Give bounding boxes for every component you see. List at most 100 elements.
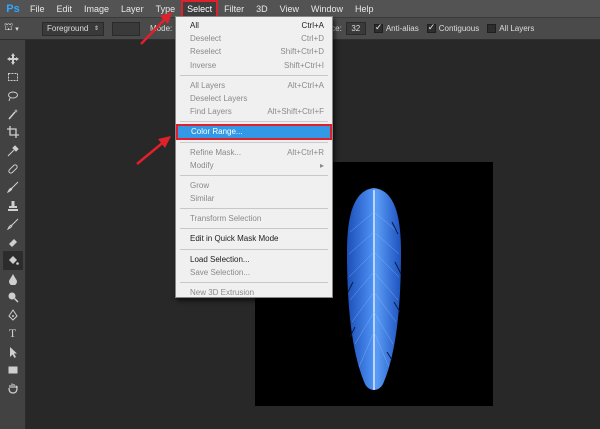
menu-item-quick-mask[interactable]: Edit in Quick Mask Mode [176, 232, 332, 245]
chevron-updown-icon: ⇕ [93, 25, 99, 32]
menu-item-reselect[interactable]: Reselect Shift+Ctrl+D [176, 45, 332, 58]
checkbox-checked-icon [373, 22, 383, 33]
menu-item-save-selection[interactable]: Save Selection... [176, 266, 332, 279]
menu-view[interactable]: View [274, 0, 305, 18]
menu-item-label: Find Layers [190, 107, 232, 117]
menu-item-label: Grow [190, 180, 210, 190]
paint-bucket-tool-icon[interactable] [2, 251, 23, 270]
fill-source-select[interactable]: Foreground ⇕ [42, 21, 104, 36]
annotation-arrow-icon [136, 136, 171, 165]
brush-tool-icon[interactable] [3, 178, 23, 196]
menu-item-refine-mask[interactable]: Refine Mask... Alt+Ctrl+R [176, 146, 332, 159]
history-brush-icon[interactable] [3, 215, 23, 233]
anti-alias-label: Anti-alias [385, 24, 419, 33]
menu-item-label: Load Selection... [190, 254, 250, 264]
eyedropper-icon[interactable] [3, 141, 23, 159]
move-tool-icon[interactable] [3, 50, 23, 68]
path-selection-icon[interactable] [3, 343, 23, 361]
crop-tool-icon[interactable] [3, 123, 23, 141]
menu-item-label: Transform Selection [190, 214, 262, 224]
menu-item-grow[interactable]: Grow [176, 179, 332, 192]
menu-item-transform-selection[interactable]: Transform Selection [176, 212, 332, 225]
chevron-down-icon: ▾ [15, 25, 19, 33]
menu-item-label: Deselect Layers [190, 93, 248, 103]
all-layers-label: All Layers [499, 24, 535, 33]
menu-item-deselect[interactable]: Deselect Ctrl+D [176, 32, 332, 45]
menu-help[interactable]: Help [349, 0, 380, 18]
pattern-picker[interactable] [112, 21, 140, 36]
menu-3d[interactable]: 3D [250, 0, 274, 18]
menu-separator [180, 174, 328, 176]
lasso-tool-icon[interactable] [3, 87, 23, 105]
menu-item-shortcut: Alt+Ctrl+A [287, 80, 324, 90]
tolerance-input[interactable]: 32 [345, 22, 366, 35]
menu-item-shortcut: Alt+Ctrl+R [287, 147, 324, 157]
type-tool-icon[interactable]: T [3, 324, 23, 342]
menu-item-label: All [190, 21, 199, 30]
menu-select[interactable]: Select [181, 0, 219, 18]
menu-separator [180, 282, 328, 283]
all-layers-checkbox[interactable]: All Layers [487, 24, 534, 33]
menu-separator [180, 121, 328, 123]
menu-layer[interactable]: Layer [115, 0, 150, 18]
submenu-arrow-icon: ▸ [319, 160, 324, 170]
menu-item-label: All Layers [190, 80, 226, 90]
blur-tool-icon[interactable] [3, 270, 23, 288]
menu-type[interactable]: Type [150, 0, 182, 18]
magic-wand-icon[interactable] [3, 105, 23, 123]
menu-item-inverse[interactable]: Inverse Shift+Ctrl+I [176, 59, 332, 72]
stamp-tool-icon[interactable] [3, 196, 23, 214]
menu-image[interactable]: Image [78, 0, 115, 18]
menu-item-shortcut: Alt+Shift+Ctrl+F [267, 107, 324, 117]
menu-separator [180, 141, 328, 143]
menu-item-all[interactable]: All Ctrl+A [176, 19, 332, 32]
pen-tool-icon[interactable] [3, 306, 23, 324]
menu-edit[interactable]: Edit [51, 0, 79, 18]
menu-item-label: Edit in Quick Mask Mode [190, 234, 279, 244]
menu-item-label: Inverse [190, 60, 217, 70]
marquee-tool-icon[interactable] [3, 68, 23, 86]
menu-filter[interactable]: Filter [218, 0, 250, 18]
menu-item-label: Refine Mask... [190, 147, 242, 157]
contiguous-checkbox[interactable]: Contiguous [426, 22, 480, 33]
menu-item-label: Modify [190, 160, 214, 170]
checkbox-checked-icon [426, 22, 436, 33]
menu-item-label: Save Selection... [190, 267, 251, 277]
photoshop-logo: Ps [6, 2, 20, 15]
menu-item-deselect-layers[interactable]: Deselect Layers [176, 92, 332, 105]
menu-item-shortcut: Shift+Ctrl+I [283, 60, 324, 70]
tool-preset-picker[interactable]: ⛫ ▾ [4, 21, 34, 37]
hand-tool-icon[interactable] [3, 379, 23, 397]
menu-separator [180, 208, 328, 210]
menu-item-similar[interactable]: Similar [176, 192, 332, 205]
menu-window[interactable]: Window [305, 0, 349, 18]
checkbox-unchecked-icon [487, 24, 497, 33]
select-menu-dropdown: All Ctrl+A Deselect Ctrl+D Reselect Shift+C… [175, 16, 333, 298]
menu-item-label: Reselect [190, 47, 222, 57]
fill-source-value: Foreground [47, 23, 89, 33]
shape-tool-icon[interactable] [3, 361, 23, 379]
eraser-tool-icon[interactable] [3, 233, 23, 251]
paint-bucket-icon: ⛫ [4, 22, 14, 33]
tools-panel: T [0, 40, 26, 429]
contiguous-label: Contiguous [438, 24, 480, 33]
menu-item-shortcut: Shift+Ctrl+D [280, 47, 324, 57]
menu-separator [180, 74, 328, 76]
dodge-tool-icon[interactable] [3, 288, 23, 306]
menu-item-new-3d-extrusion[interactable]: New 3D Extrusion [176, 286, 332, 299]
menu-separator [180, 228, 328, 230]
anti-alias-checkbox[interactable]: Anti-alias [373, 22, 419, 33]
menu-item-shortcut: Ctrl+A [301, 21, 324, 30]
menu-item-shortcut: Ctrl+D [301, 34, 324, 44]
menu-item-load-selection[interactable]: Load Selection... [176, 253, 332, 266]
menu-separator [180, 248, 328, 250]
menu-item-color-range[interactable]: Color Range... [176, 124, 332, 140]
healing-brush-icon[interactable] [3, 160, 23, 178]
menu-item-label: Deselect [190, 34, 222, 44]
menu-file[interactable]: File [24, 0, 51, 18]
menu-item-label: Color Range... [191, 127, 243, 137]
mode-label: Mode: [150, 24, 173, 33]
menu-item-find-layers[interactable]: Find Layers Alt+Shift+Ctrl+F [176, 105, 332, 118]
menu-item-modify[interactable]: Modify ▸ [176, 159, 332, 172]
menu-item-all-layers[interactable]: All Layers Alt+Ctrl+A [176, 79, 332, 92]
